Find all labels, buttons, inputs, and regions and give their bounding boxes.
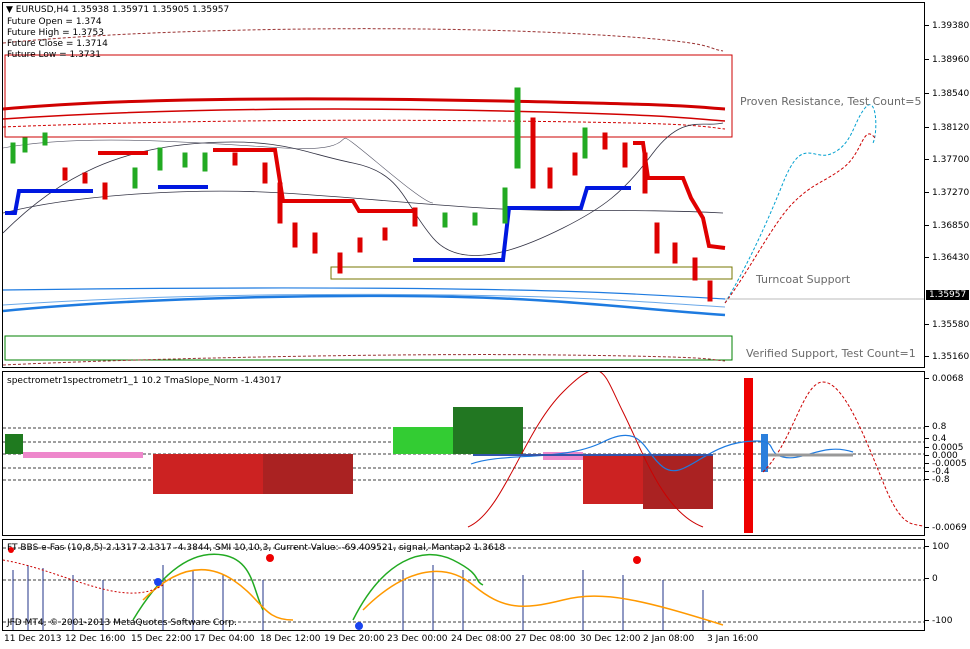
ind1-tick: -0.8 bbox=[925, 475, 950, 485]
time-tick: 27 Dec 08:00 bbox=[515, 634, 576, 644]
ind2-tick: 100 bbox=[925, 542, 949, 552]
copyright-text: JFD MT4, © 2001-2013 MetaQuotes Software… bbox=[7, 618, 237, 628]
time-tick: 12 Dec 16:00 bbox=[65, 634, 126, 644]
time-tick: 23 Dec 00:00 bbox=[387, 634, 448, 644]
future-low-text: Future Low = 1.3731 bbox=[7, 50, 101, 60]
price-tick: 1.35160 bbox=[925, 352, 969, 362]
price-tick: 1.36850 bbox=[925, 221, 969, 231]
symbol-label: EURUSD,H4 bbox=[15, 5, 69, 15]
time-tick: 3 Jan 16:00 bbox=[707, 634, 759, 644]
time-tick: 19 Dec 20:00 bbox=[324, 634, 385, 644]
time-tick: 30 Dec 12:00 bbox=[580, 634, 641, 644]
time-tick: 11 Dec 2013 bbox=[4, 634, 62, 644]
ind1-tick: 0.8 bbox=[925, 422, 946, 432]
price-tick: 1.38540 bbox=[925, 89, 969, 99]
price-tick: 1.39380 bbox=[925, 21, 969, 31]
ohlc-values: 1.35938 1.35971 1.35905 1.35957 bbox=[71, 5, 230, 15]
ind1-tick: 0.0068 bbox=[925, 374, 964, 384]
future-open-text: Future Open = 1.374 bbox=[7, 17, 102, 27]
resistance-label: Proven Resistance, Test Count=5 bbox=[740, 95, 922, 108]
indicator2-title: FT BBS e-Fas (10,8,5) 2.1317 2.1317 -4.3… bbox=[7, 543, 506, 553]
future-high-text: Future High = 1.3753 bbox=[7, 28, 104, 38]
indicator2-pane[interactable]: FT BBS e-Fas (10,8,5) 2.1317 2.1317 -4.3… bbox=[2, 539, 925, 631]
indicator1-drawing bbox=[3, 372, 924, 533]
main-chart-drawing bbox=[3, 28, 924, 366]
indicator1-title: spectrometr1spectrometr1_1 10.2 TmaSlope… bbox=[7, 376, 282, 386]
indicator2-axis: 100 0 -100 bbox=[925, 539, 970, 631]
time-tick: 17 Dec 04:00 bbox=[194, 634, 255, 644]
time-tick: 15 Dec 22:00 bbox=[131, 634, 192, 644]
verified-support-label: Verified Support, Test Count=1 bbox=[746, 347, 916, 360]
time-tick: 24 Dec 08:00 bbox=[451, 634, 512, 644]
price-tick: 1.35580 bbox=[925, 320, 969, 330]
ind2-tick: -100 bbox=[925, 616, 952, 626]
ind1-tick: -0.0069 bbox=[925, 523, 967, 533]
price-tick: 1.37270 bbox=[925, 188, 969, 198]
price-tick: 1.38120 bbox=[925, 123, 969, 133]
time-tick: 18 Dec 12:00 bbox=[260, 634, 321, 644]
future-close-text: Future Close = 1.3714 bbox=[7, 39, 108, 49]
symbol-triangle-icon: ▼ bbox=[6, 5, 13, 15]
turncoat-support-label: Turncoat Support bbox=[756, 273, 851, 286]
price-tick: 1.36430 bbox=[925, 253, 969, 263]
main-chart-pane[interactable]: ▼ EURUSD,H4 1.35938 1.35971 1.35905 1.35… bbox=[2, 2, 925, 368]
ind2-tick: 0 bbox=[925, 574, 938, 584]
current-price-box: 1.35957 bbox=[926, 290, 970, 300]
price-tick: 1.38960 bbox=[925, 55, 969, 65]
indicator1-pane[interactable]: spectrometr1spectrometr1_1 10.2 TmaSlope… bbox=[2, 371, 925, 536]
price-tick: 1.37700 bbox=[925, 155, 969, 165]
price-axis: 1.39380 1.38960 1.38540 1.38120 1.37700 … bbox=[925, 2, 970, 368]
indicator1-axis: 0.0068 0.8 0.4 0.0005 0.000 -0.0005 -0.4… bbox=[925, 371, 970, 536]
time-tick: 2 Jan 08:00 bbox=[643, 634, 695, 644]
